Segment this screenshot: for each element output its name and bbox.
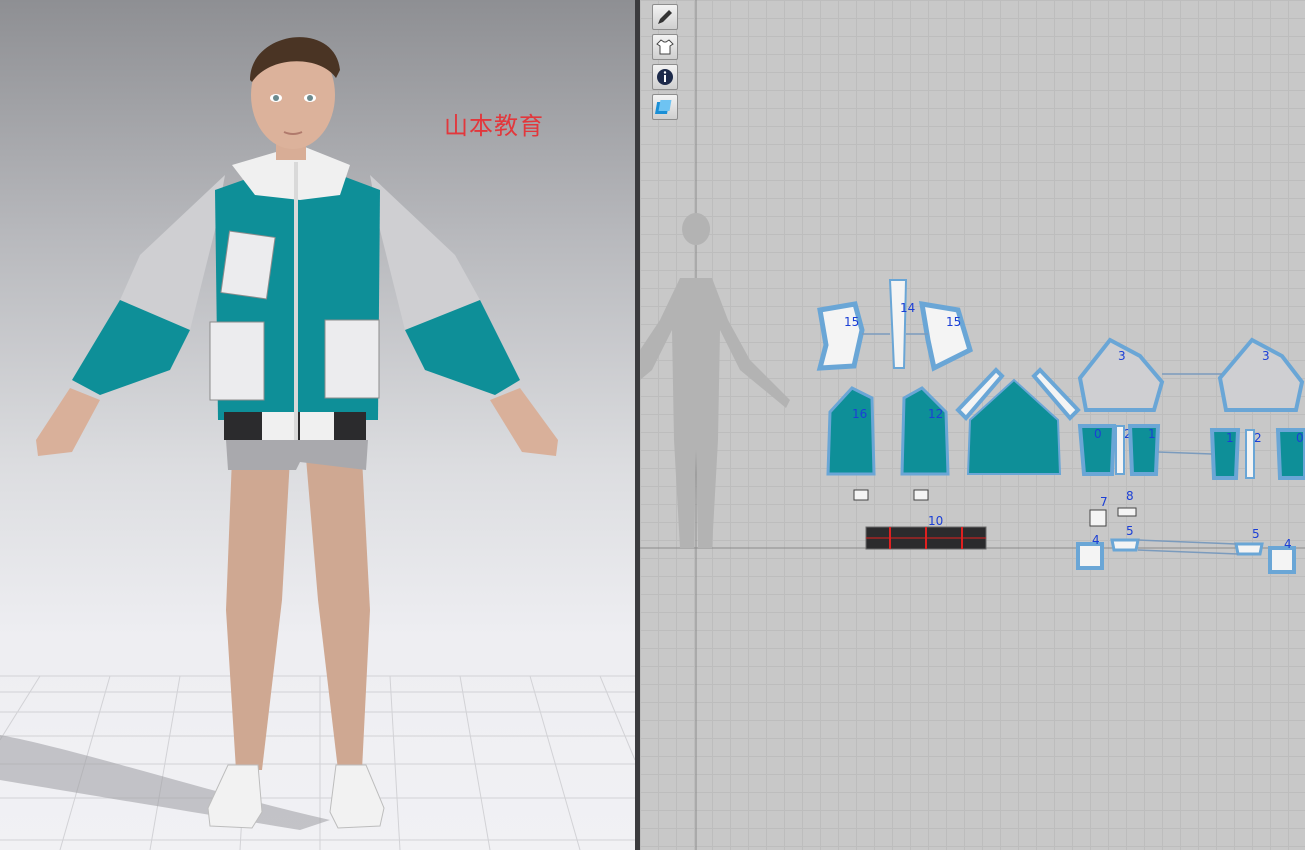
pattern-label: 0 (1094, 427, 1102, 441)
pattern-piece-15-left[interactable] (816, 301, 865, 371)
pattern-label: 15 (946, 315, 961, 329)
pattern-label: 1 (1148, 427, 1156, 441)
avatar-head (250, 37, 340, 160)
avatar-silhouette (640, 213, 790, 548)
pattern-label: 16 (852, 407, 867, 421)
pattern-piece-2-right[interactable] (1245, 429, 1255, 479)
pattern-label: 3 (1118, 349, 1126, 363)
pattern-piece-14[interactable] (888, 279, 908, 369)
pattern-label: 5 (1252, 527, 1260, 541)
avatar-shadow (0, 735, 330, 830)
pattern-label: 0 (1296, 431, 1304, 445)
pattern-label: 1 (1226, 431, 1234, 445)
pattern-label: 5 (1126, 524, 1134, 538)
pattern-label: 3 (1262, 349, 1270, 363)
pattern-piece-5-left[interactable] (1110, 538, 1140, 552)
avatar-shorts (226, 440, 368, 470)
3d-viewport[interactable]: 山本教育 (0, 0, 635, 850)
pattern-label: 12 (928, 407, 943, 421)
pattern-label: 10 (928, 514, 943, 528)
watermark-text: 山本教育 (444, 112, 544, 140)
pattern-piece-small-right[interactable] (913, 489, 929, 501)
pattern-piece-4-left[interactable] (1076, 542, 1104, 570)
pattern-piece-16[interactable] (826, 386, 876, 476)
pattern-piece-4-right[interactable] (1268, 546, 1296, 574)
2d-pattern-viewport[interactable]: 15 14 15 16 12 10 3 3 0 2 1 1 2 0 7 8 4 … (640, 0, 1305, 850)
pattern-piece-1-right[interactable] (1209, 428, 1241, 480)
pattern-piece-3-right[interactable] (1217, 337, 1305, 412)
pattern-piece-2-left[interactable] (1115, 425, 1125, 475)
pattern-label: 4 (1092, 533, 1100, 547)
pattern-label: 14 (900, 301, 915, 315)
pattern-piece-15-right[interactable] (918, 300, 973, 372)
pattern-canvas[interactable]: 15 14 15 16 12 10 3 3 0 2 1 1 2 0 7 8 4 … (640, 0, 1305, 850)
pattern-label: 2 (1254, 431, 1262, 445)
pattern-label: 4 (1284, 537, 1292, 551)
pattern-label: 15 (844, 315, 859, 329)
pattern-piece-7[interactable] (1089, 509, 1107, 527)
pattern-piece-12[interactable] (900, 386, 950, 476)
pattern-label: 8 (1126, 489, 1134, 503)
pattern-label: 7 (1100, 495, 1108, 509)
pattern-piece-small-left[interactable] (853, 489, 869, 501)
avatar-legs (226, 458, 370, 770)
pattern-piece-5-right[interactable] (1234, 542, 1264, 556)
pattern-piece-8[interactable] (1117, 507, 1137, 517)
